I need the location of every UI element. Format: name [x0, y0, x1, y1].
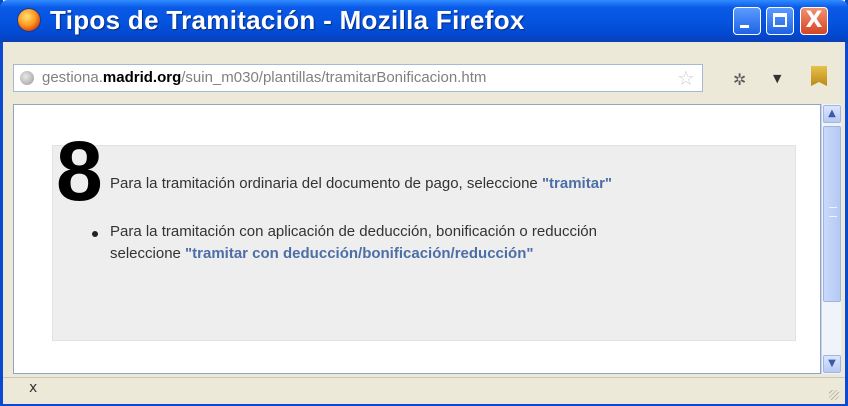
- tramitar-deduccion-link-text: "tramitar con deducción/bonificación/red…: [185, 245, 534, 262]
- scroll-up-button[interactable]: ▲: [823, 105, 841, 123]
- maximize-icon: [773, 13, 787, 27]
- bookmark-icon[interactable]: [811, 66, 827, 86]
- minimize-button[interactable]: [733, 7, 761, 35]
- firefox-icon: [18, 9, 40, 31]
- url-domain: madrid.org: [102, 69, 182, 86]
- step-number: 8: [56, 124, 103, 218]
- status-text: x: [29, 380, 38, 396]
- tramitar-link-text: "tramitar": [541, 175, 613, 192]
- instruction-deduction-text: seleccione: [110, 245, 186, 262]
- window-title: Tipos de Tramitación - Mozilla Firefox: [50, 5, 525, 35]
- resize-grip-icon[interactable]: [829, 390, 839, 400]
- site-identity-icon[interactable]: [20, 71, 34, 85]
- addon-icon[interactable]: ✲: [733, 70, 746, 89]
- vertical-scrollbar[interactable]: ▲ ▼: [821, 104, 841, 374]
- status-bar: x: [3, 377, 845, 404]
- page-viewport: 8 Para la tramitación ordinaria del docu…: [13, 104, 821, 374]
- scroll-grip-icon: [829, 207, 837, 217]
- url-prefix: gestiona.: [42, 69, 103, 86]
- instruction-deduction-line2: seleccione "tramitar con deducción/bonif…: [110, 244, 534, 264]
- url-text: gestiona.madrid.org/suin_m030/plantillas…: [42, 69, 486, 86]
- minimize-icon: [740, 25, 749, 28]
- instruction-deduction-line1: Para la tramitación con aplicación de de…: [110, 223, 597, 240]
- bullet-point: [92, 231, 98, 237]
- scroll-down-button[interactable]: ▼: [823, 355, 841, 373]
- close-button[interactable]: X: [800, 7, 828, 35]
- title-bar[interactable]: Tipos de Tramitación - Mozilla Firefox X: [0, 0, 848, 42]
- address-bar[interactable]: gestiona.madrid.org/suin_m030/plantillas…: [13, 64, 703, 92]
- instruction-ordinary-text: Para la tramitación ordinaria del docume…: [110, 175, 542, 192]
- browser-window: Tipos de Tramitación - Mozilla Firefox X…: [0, 0, 848, 406]
- bookmark-star-icon[interactable]: ☆: [677, 67, 695, 89]
- dropdown-arrow-icon[interactable]: ▼: [773, 72, 781, 85]
- instruction-ordinary: Para la tramitación ordinaria del docume…: [110, 175, 612, 192]
- url-path: /suin_m030/plantillas/tramitarBonificaci…: [181, 69, 487, 86]
- close-icon: X: [805, 8, 823, 33]
- maximize-button[interactable]: [766, 7, 794, 35]
- scroll-thumb[interactable]: [823, 126, 841, 302]
